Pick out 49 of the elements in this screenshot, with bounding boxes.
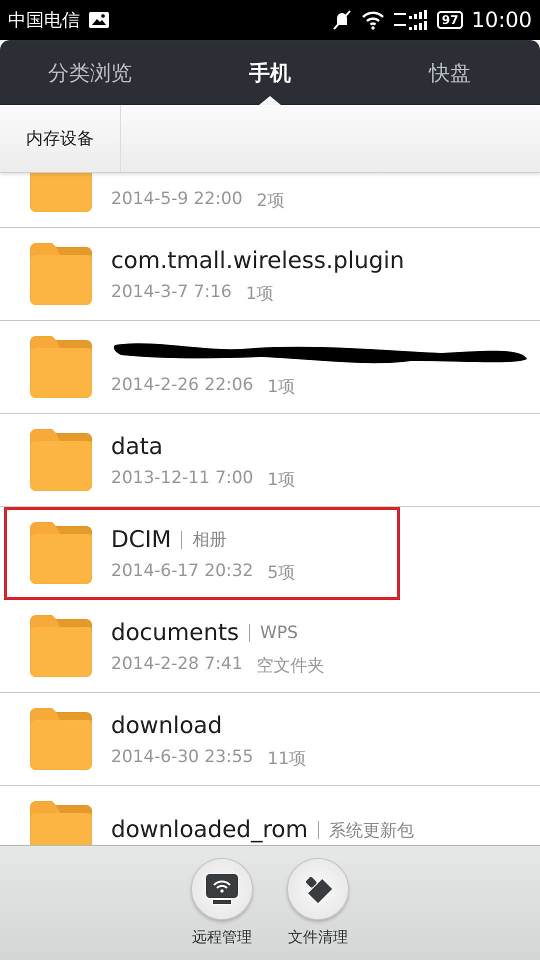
file-row[interactable]: documents WPS 2014-2-28 7:41 空文件夹 bbox=[0, 600, 540, 693]
folder-icon bbox=[30, 243, 92, 305]
item-count: 空文件夹 bbox=[256, 654, 325, 676]
item-count: 1项 bbox=[267, 468, 296, 490]
clean-button[interactable] bbox=[287, 858, 349, 920]
modified-date: 2014-2-28 7:41 bbox=[111, 654, 243, 676]
folder-tag: 系统更新包 bbox=[328, 818, 414, 842]
modified-date: 2013-12-11 7:00 bbox=[111, 468, 254, 490]
folder-name: download bbox=[111, 712, 222, 738]
tab[interactable]: 快盘 bbox=[360, 40, 540, 105]
tab[interactable]: 分类浏览 bbox=[0, 40, 180, 105]
folder-icon bbox=[30, 522, 92, 584]
item-count: 1项 bbox=[246, 282, 274, 304]
file-row[interactable]: com.tmall.wireless.plugin 2014-3-7 7:16 1项 bbox=[0, 228, 540, 321]
wifi-icon bbox=[360, 10, 385, 30]
file-row[interactable]: data 2013-12-11 7:00 1项 bbox=[0, 414, 540, 507]
folder-icon bbox=[30, 336, 92, 398]
clock: 10:00 bbox=[471, 8, 532, 32]
action-label: 远程管理 bbox=[192, 928, 252, 947]
folder-icon bbox=[30, 708, 92, 770]
image-icon bbox=[88, 11, 110, 29]
item-count: 2项 bbox=[256, 190, 284, 212]
modified-date: 2014-6-30 23:55 bbox=[111, 746, 254, 768]
battery-level: 97 bbox=[436, 11, 464, 29]
remote-button[interactable] bbox=[191, 858, 253, 920]
item-count: 1项 bbox=[267, 376, 296, 398]
signal-icon bbox=[392, 9, 429, 31]
item-count: 11项 bbox=[267, 748, 306, 770]
item-count: 5项 bbox=[267, 562, 296, 584]
modified-date: 2014-3-7 7:16 bbox=[111, 282, 232, 304]
modified-date: 2014-2-26 22:06 bbox=[111, 374, 254, 396]
folder-name: documents bbox=[111, 620, 240, 646]
folder-icon bbox=[30, 429, 92, 491]
folder-icon bbox=[30, 615, 92, 677]
monitor-icon bbox=[205, 873, 239, 905]
file-row[interactable]: download 2014-6-30 23:55 11项 bbox=[0, 693, 540, 786]
file-row[interactable]: DCIM 相册 2014-6-17 20:32 5项 bbox=[4, 507, 400, 600]
action-label: 文件清理 bbox=[288, 928, 348, 947]
folder-name: downloaded_rom bbox=[111, 817, 308, 843]
folder-tag: 相册 bbox=[192, 528, 226, 551]
folder-name: DCIM bbox=[111, 526, 172, 552]
folder-name: data bbox=[111, 434, 163, 460]
folder-tag: WPS bbox=[260, 622, 298, 642]
carrier-name: 中国电信 bbox=[8, 9, 80, 32]
folder-icon bbox=[30, 801, 92, 845]
modified-date: 2014-5-9 22:00 bbox=[111, 188, 243, 210]
folder-name: com.tmall.wireless.plugin bbox=[111, 248, 404, 274]
modified-date: 2014-6-17 20:32 bbox=[111, 560, 254, 582]
muted-bell-icon bbox=[330, 9, 353, 31]
